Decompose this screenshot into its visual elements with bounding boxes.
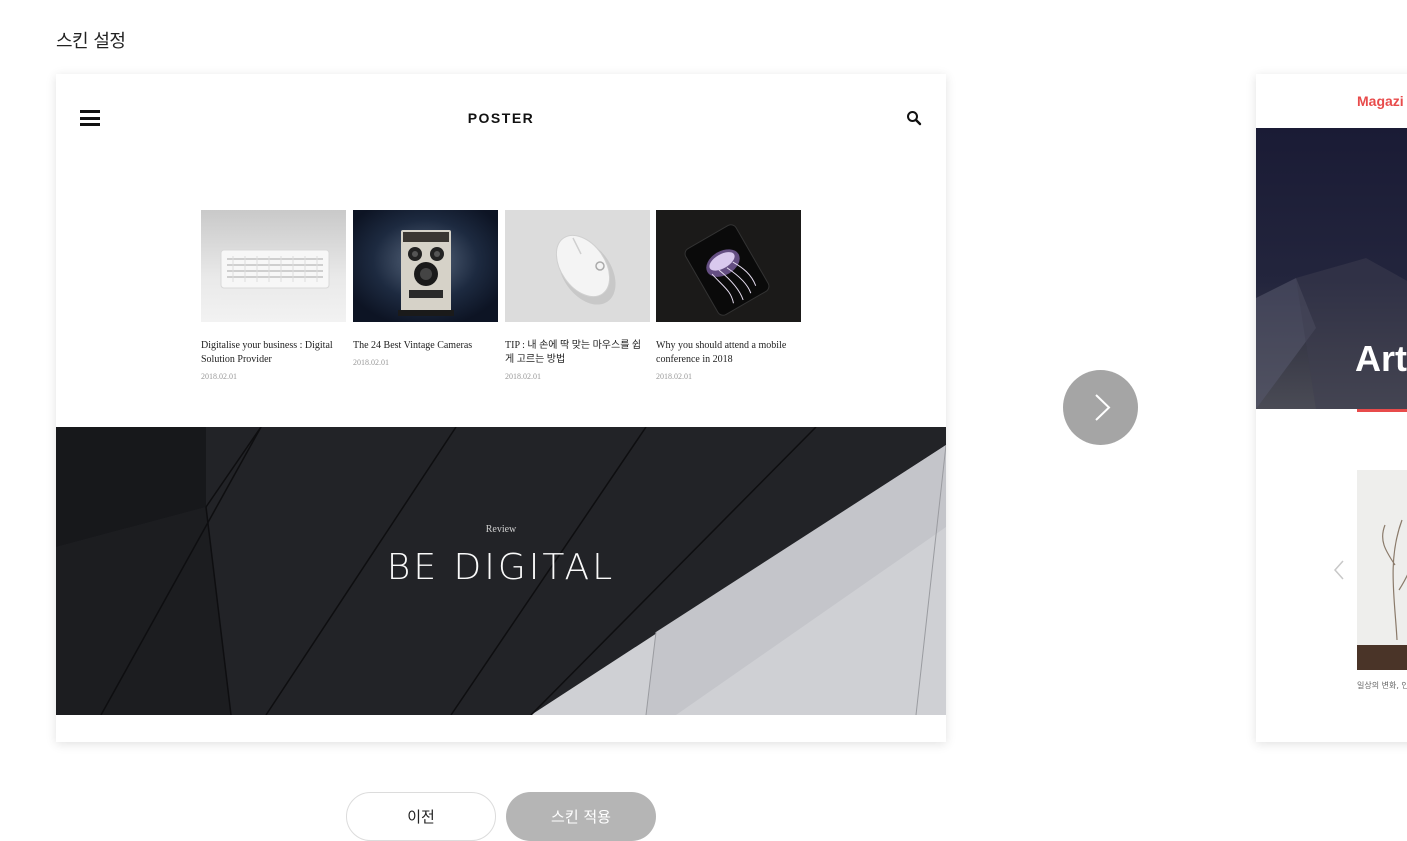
skin-logo: Magazi	[1357, 93, 1404, 109]
feature-banner: Review BE DIGITAL	[56, 427, 946, 715]
page-title: 스킨 설정	[56, 31, 126, 52]
accent-line	[1357, 409, 1407, 412]
post-item: Digitalise your business : Digital Solut…	[201, 210, 346, 381]
post-list: Digitalise your business : Digital Solut…	[201, 210, 803, 390]
apply-skin-button[interactable]: 스킨 적용	[506, 792, 656, 841]
chevron-left-icon[interactable]	[1332, 558, 1346, 582]
post-date: 2018.02.01	[656, 372, 692, 381]
post-caption: 일상의 변화, 인	[1357, 681, 1407, 690]
post-title: TIP : 내 손에 딱 맞는 마우스를 쉽게 고르는 방법	[505, 340, 642, 365]
post-thumbnail-speaker	[201, 210, 346, 322]
banner-kicker: Review	[485, 524, 517, 535]
post-title: Why you should attend a mobile conferenc…	[656, 340, 787, 365]
post-item: TIP : 내 손에 딱 맞는 마우스를 쉽게 고르는 방법 2018.02.0…	[505, 210, 650, 381]
hero-title: Art	[1355, 338, 1407, 379]
post-title: The 24 Best Vintage Cameras	[353, 340, 473, 351]
chevron-right-icon	[1095, 394, 1111, 421]
skin-preview-magazine[interactable]: Magazi Art 일상의 변화, 인	[1256, 74, 1407, 742]
post-title: Digitalise your business : Digital Solut…	[201, 340, 333, 365]
post-thumbnail-camera	[353, 210, 498, 322]
post-date: 2018.02.01	[353, 358, 389, 367]
prev-button[interactable]: 이전	[346, 792, 496, 841]
post-item: The 24 Best Vintage Cameras 2018.02.01	[353, 210, 498, 367]
next-skin-button[interactable]	[1063, 370, 1138, 445]
skin-logo: POSTER	[467, 110, 535, 126]
hero-image: Art	[1256, 128, 1407, 409]
post-thumbnail-phone	[656, 210, 801, 322]
post-date: 2018.02.01	[201, 372, 237, 381]
search-icon	[906, 110, 922, 126]
banner-headline: BE DIGITAL	[386, 547, 616, 588]
post-thumbnail-mouse	[505, 210, 650, 322]
post-date: 2018.02.01	[505, 372, 541, 381]
skin-preview-poster[interactable]: POSTER Digitalise your business: Digita…	[56, 74, 946, 742]
post-item: Why you should attend a mobile conferenc…	[656, 210, 801, 381]
post-thumbnail-plant	[1357, 470, 1407, 670]
